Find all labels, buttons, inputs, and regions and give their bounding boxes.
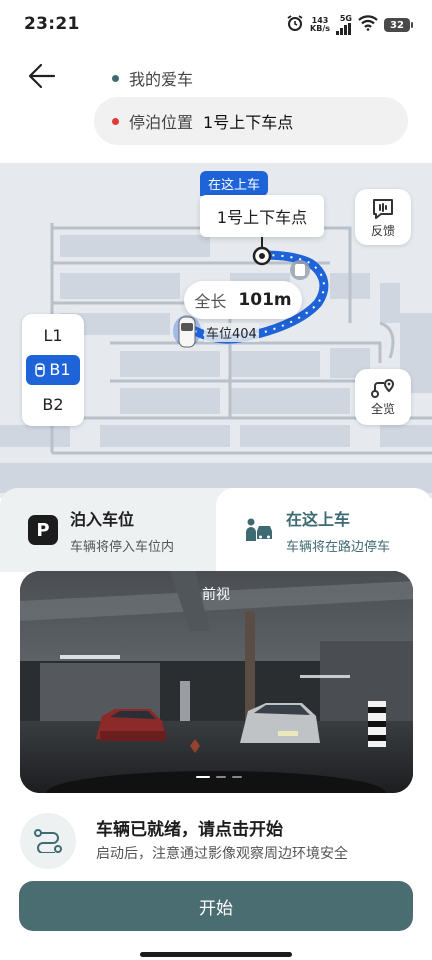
route-icon	[34, 829, 62, 853]
mode-park-in-subtitle: 车辆将停入车位内	[70, 539, 175, 555]
distance-value: 101m	[238, 290, 292, 310]
car-icon	[35, 363, 46, 377]
front-camera-view[interactable]	[20, 571, 413, 793]
distance-label: 全长	[194, 292, 227, 311]
mode-pickup-here[interactable]: 在这上车 车辆将在路边停车	[216, 488, 432, 572]
parking-location-pill[interactable]: 停泊位置 1号上下车点	[94, 97, 408, 145]
feedback-icon	[373, 198, 393, 219]
start-button[interactable]: 开始	[19, 881, 413, 931]
mode-park-in[interactable]: P 泊入车位 车辆将停入车位内	[0, 488, 216, 572]
pickup-point-card: 1号上下车点	[200, 195, 324, 237]
parking-dot	[112, 117, 119, 125]
battery-indicator: 32	[384, 18, 413, 32]
overview-button[interactable]: 全览	[355, 369, 411, 425]
status-time: 23:21	[24, 14, 80, 34]
alarm-icon	[286, 14, 304, 36]
floor-item-b2[interactable]: B2	[26, 390, 80, 420]
net-speed: 143 KB/s	[310, 16, 330, 33]
page-dot	[232, 776, 242, 778]
mode-pickup-subtitle: 车辆将在路边停车	[286, 539, 391, 555]
camera-page-indicator	[196, 776, 242, 778]
ready-title: 车辆已就绪，请点击开始	[96, 820, 283, 840]
floor-selector: L1 B1 B2	[22, 314, 84, 426]
parking-spot-label: 车位404	[204, 323, 259, 342]
person-car-icon	[246, 518, 272, 541]
ready-subtitle: 启动后，注意通过影像观察周边环境安全	[96, 846, 348, 862]
page-dot	[216, 776, 226, 778]
pickup-tag: 在这上车	[200, 171, 269, 196]
back-arrow-icon	[28, 63, 56, 89]
wifi-icon	[358, 15, 378, 35]
page-dot-active	[196, 776, 210, 778]
route-overview-icon	[371, 378, 395, 398]
vehicle-name: 我的爱车	[129, 70, 194, 89]
distance-card: 全长 101m	[184, 281, 302, 319]
vehicle-dot	[112, 74, 119, 82]
mode-park-in-title: 泊入车位	[70, 509, 135, 529]
back-button[interactable]	[24, 58, 60, 94]
cellular-icon: 5G	[336, 15, 352, 35]
floor-item-b1[interactable]: B1	[26, 354, 80, 385]
route-status-icon	[20, 813, 76, 869]
status-bar: 23:21 143 KB/s 5G 32	[0, 0, 432, 50]
floor-item-l1[interactable]: L1	[26, 320, 80, 350]
vehicle-selector[interactable]: 我的爱车	[112, 66, 193, 90]
camera-label: 前视	[202, 587, 230, 603]
parking-p-icon: P	[28, 515, 58, 545]
status-icons: 143 KB/s 5G 32	[286, 14, 413, 36]
mode-pickup-title: 在这上车	[286, 509, 351, 529]
feedback-button[interactable]: 反馈	[355, 189, 411, 245]
home-indicator[interactable]	[140, 952, 292, 957]
parking-label: 停泊位置	[129, 113, 194, 132]
parking-value: 1号上下车点	[203, 113, 294, 132]
camera-feed-image	[20, 571, 413, 793]
